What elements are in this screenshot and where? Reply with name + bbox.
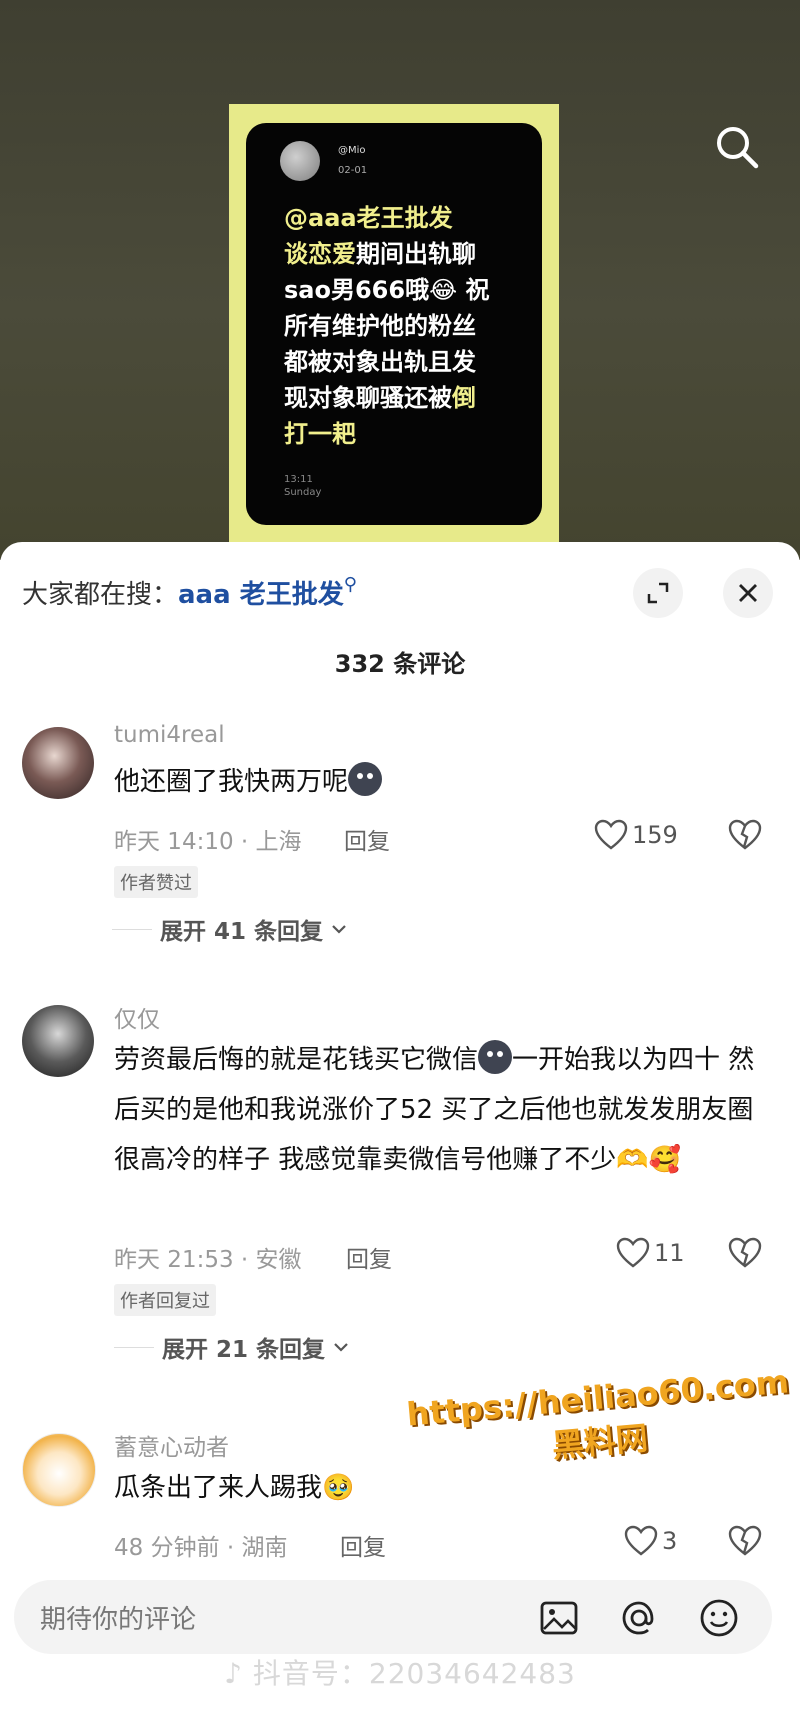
comment-meta: 48 分钟前 · 湖南 [114, 1535, 288, 1561]
like-button[interactable]: 3 [624, 1525, 677, 1557]
douyin-id-watermark: ♪ 抖音号：22034642483 [0, 1652, 800, 1692]
avatar[interactable] [22, 1005, 94, 1077]
comment-text: 劳资最后悔的就是花钱买它微信 一开始我以为四十 然后买的是他和我说涨价了52 买了… [114, 1035, 774, 1185]
divider [114, 1346, 154, 1348]
dislike-button[interactable] [728, 1525, 762, 1561]
post-day-value: Sunday [284, 487, 322, 498]
comment-username[interactable]: 蓄意心动者 [114, 1428, 229, 1462]
like-count: 159 [632, 821, 678, 849]
heart-icon [594, 819, 628, 850]
comment-username[interactable]: 仅仅 [114, 1000, 160, 1034]
video-area[interactable]: @Mio 02-01 @aaa老王批发 谈恋爱期间出轨聊 sao男666哦😂 祝… [0, 0, 800, 560]
reply-button[interactable]: 回复 [340, 1528, 386, 1562]
hot-search-term[interactable]: aaa 老王批发 [178, 580, 344, 610]
comment-meta: 昨天 21:53 · 安徽 [114, 1247, 302, 1273]
hot-search-prefix: 大家都在搜： [22, 580, 179, 610]
expand-icon [647, 582, 669, 604]
comment-text-content: 他还圈了我快两万呢 [114, 767, 349, 797]
expand-replies-label: 展开 41 条回复 [160, 919, 324, 945]
post-line-7: 打一耙 [284, 420, 356, 448]
emoji-button[interactable] [698, 1597, 740, 1639]
broken-heart-icon [728, 1237, 762, 1268]
post-time-value: 13:11 [284, 474, 313, 485]
chevron-down-icon [334, 1343, 348, 1352]
post-avatar [280, 141, 320, 181]
post-handle: @Mio [338, 145, 366, 156]
like-count: 3 [662, 1527, 678, 1555]
post-line-5: 都被对象出轨且发 [284, 348, 476, 376]
search-small-icon: ⚲ [343, 574, 357, 595]
comment-text: 他还圈了我快两万呢 [114, 757, 774, 807]
at-icon [622, 1601, 654, 1635]
post-time: 13:11 Sunday [284, 473, 321, 499]
expand-replies[interactable]: 展开 21 条回复 [114, 1330, 349, 1364]
post-text: @aaa老王批发 谈恋爱期间出轨聊 sao男666哦😂 祝 所有维护他的粉丝 都… [284, 200, 524, 452]
image-icon [540, 1601, 578, 1635]
heart-icon [624, 1525, 658, 1556]
mention-button[interactable] [618, 1597, 660, 1639]
like-button[interactable]: 11 [616, 1237, 685, 1269]
post-line-6: 现对象聊骚还被 [284, 384, 452, 412]
post-line-4: 所有维护他的粉丝 [284, 312, 476, 340]
douyin-logo-icon: ♪ [224, 1657, 243, 1690]
dark-face-emoji-icon [348, 762, 383, 796]
post-line-2-hl: 谈恋爱 [284, 240, 356, 268]
close-button[interactable] [723, 568, 773, 618]
dislike-button[interactable] [728, 819, 762, 855]
comment-text-part-1: 劳资最后悔的就是花钱买它微信 [114, 1045, 479, 1075]
image-button[interactable] [538, 1597, 580, 1639]
author-badge: 作者回复过 [114, 1284, 216, 1316]
hot-search[interactable]: 大家都在搜：aaa 老王批发⚲ [22, 574, 357, 611]
comment-count: 332 条评论 [334, 650, 466, 678]
post-line-3: sao男666哦😂 祝 [284, 276, 490, 304]
post-screenshot-card: @Mio 02-01 @aaa老王批发 谈恋爱期间出轨聊 sao男666哦😂 祝… [246, 123, 542, 525]
comment-input-bar: 期待你的评论 [14, 1580, 772, 1654]
expand-replies-label: 展开 21 条回复 [162, 1337, 326, 1363]
post-line-2: 期间出轨聊 [356, 240, 476, 268]
close-icon [739, 584, 757, 602]
douyin-id: 抖音号：22034642483 [252, 1657, 576, 1690]
dislike-button[interactable] [728, 1237, 762, 1273]
comment-username[interactable]: tumi4real [114, 722, 225, 748]
avatar[interactable] [22, 727, 94, 799]
comment-meta: 昨天 14:10 · 上海 [114, 829, 302, 855]
comment-sheet: 大家都在搜：aaa 老王批发⚲ 332 条评论 tumi4real 他还圈了我快… [0, 542, 800, 1712]
divider [112, 928, 152, 930]
author-badge: 作者赞过 [114, 866, 198, 898]
comment-input[interactable]: 期待你的评论 [40, 1599, 196, 1636]
broken-heart-icon [728, 1525, 762, 1556]
post-line-1: @aaa老王批发 [284, 204, 453, 232]
chevron-down-icon [332, 925, 346, 934]
search-button[interactable] [712, 122, 762, 172]
dark-face-emoji-icon [478, 1040, 513, 1074]
post-line-6-hl: 倒 [452, 384, 476, 412]
avatar[interactable] [22, 1433, 96, 1507]
post-date: 02-01 [338, 165, 368, 176]
reply-button[interactable]: 回复 [346, 1240, 392, 1274]
expand-replies[interactable]: 展开 41 条回复 [112, 912, 347, 946]
like-count: 11 [654, 1239, 685, 1267]
broken-heart-icon [728, 819, 762, 850]
like-button[interactable]: 159 [594, 819, 678, 851]
search-icon [717, 127, 759, 169]
expand-button[interactable] [633, 568, 683, 618]
heart-icon [616, 1237, 650, 1268]
reply-button[interactable]: 回复 [344, 822, 390, 856]
smiley-icon [700, 1599, 738, 1637]
